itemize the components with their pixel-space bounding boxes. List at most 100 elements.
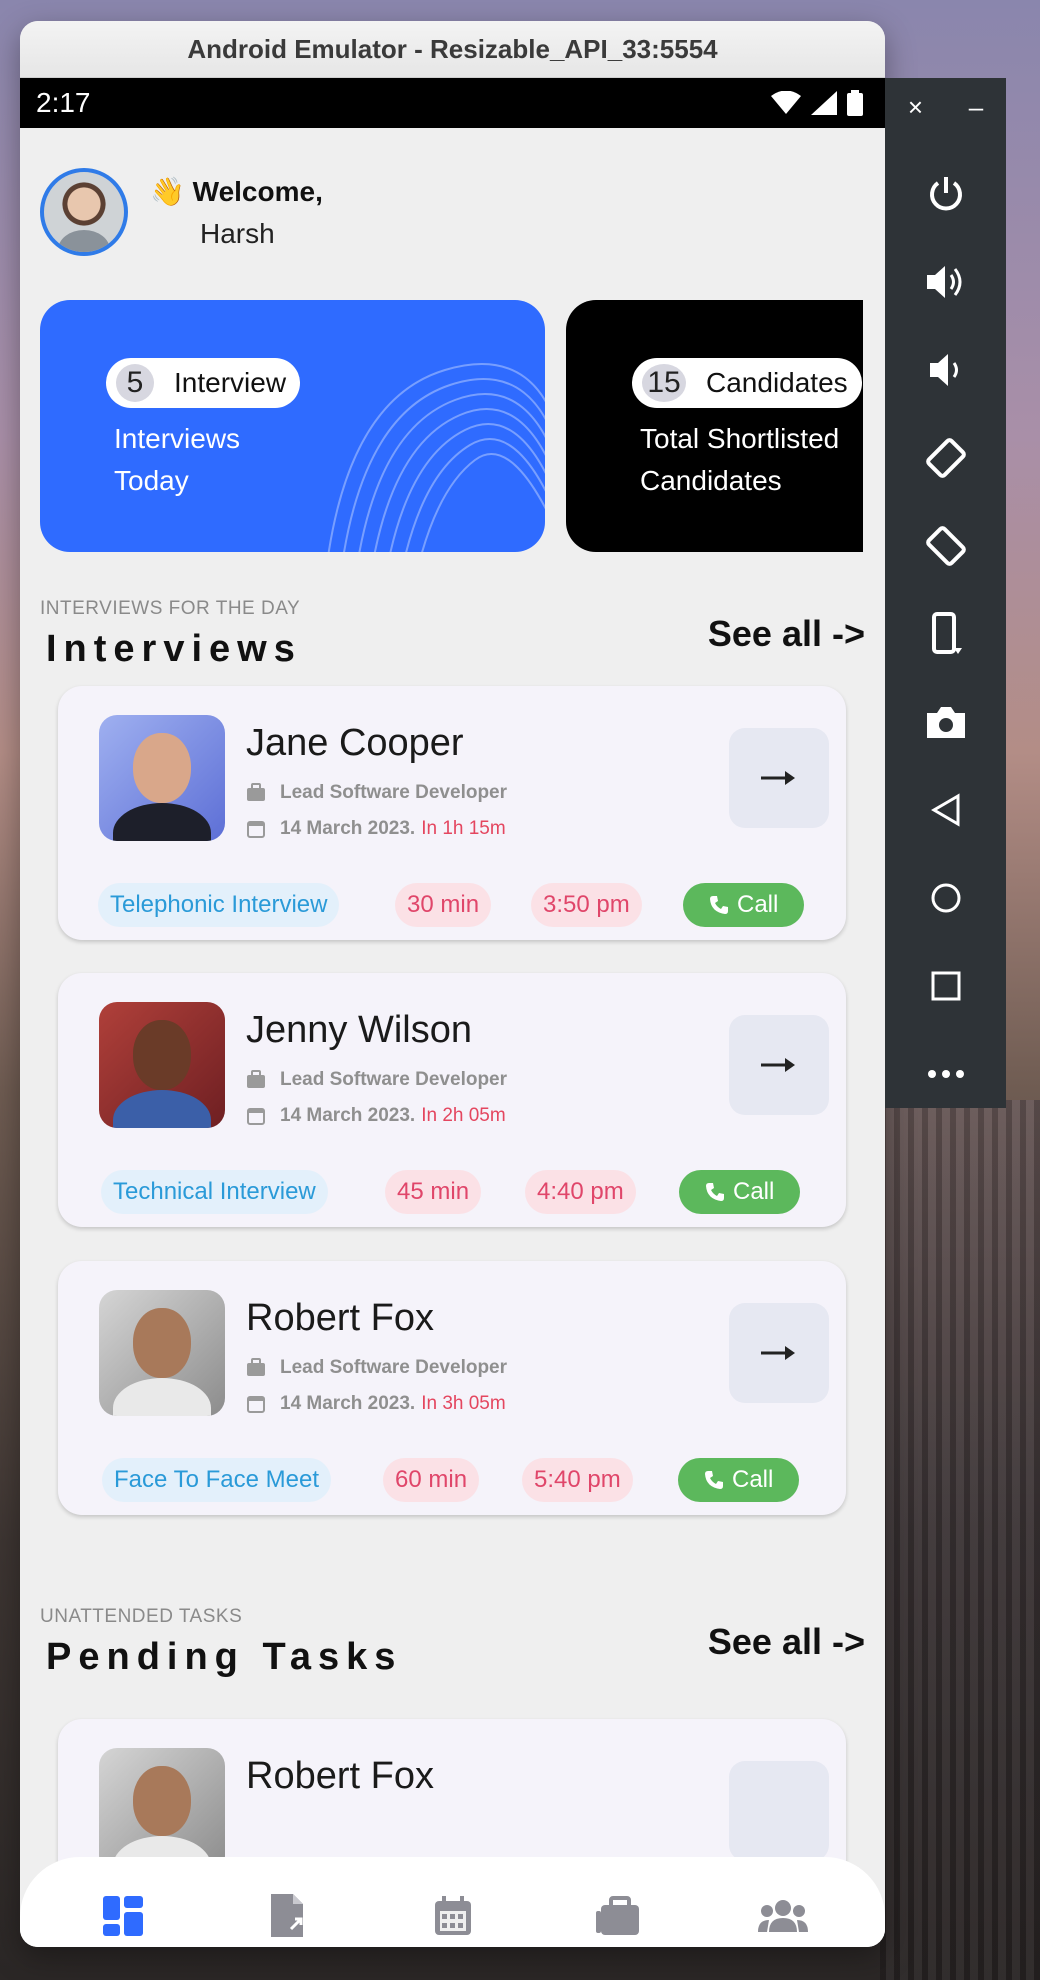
candidate-name: Jenny Wilson (246, 1009, 472, 1051)
stat-desc-line2: Candidates (640, 465, 782, 496)
briefcase-icon (246, 1070, 266, 1090)
wifi-icon (771, 91, 801, 114)
candidates-count: 15 (642, 364, 686, 402)
interview-type-tag: Face To Face Meet (102, 1458, 331, 1502)
stat-desc-line2: Today (114, 465, 189, 496)
overview-button[interactable] (916, 956, 976, 1016)
interview-card[interactable]: Robert Fox Lead Software Developer 14 Ma… (58, 1261, 846, 1515)
status-bar: 2:17 (20, 78, 885, 128)
screenshot-button[interactable] (916, 692, 976, 752)
wave-emoji: 👋 (150, 175, 185, 207)
interviews-see-all-link[interactable]: See all -> (708, 613, 865, 655)
rotate-right-icon (925, 526, 966, 566)
duration-tag: 30 min (395, 883, 492, 927)
nav-dashboard[interactable] (93, 1886, 153, 1946)
device-icon (931, 612, 962, 654)
minimize-icon[interactable]: – (969, 92, 983, 123)
interview-due: In 2h 05m (421, 1105, 506, 1126)
phone-screen: 2:17 👋 Welcome, Harsh 5 Interview Interv… (20, 78, 885, 1947)
pending-section-label: UNATTENDED TASKS (40, 1606, 243, 1627)
interview-date: 14 March 2023. (280, 1105, 416, 1126)
arrow-right-icon (761, 1346, 795, 1360)
time-tag: 5:40 pm (522, 1458, 633, 1502)
candidate-photo (99, 1002, 225, 1128)
candidates-tag: Candidates (706, 367, 848, 398)
calendar-icon (246, 819, 266, 839)
open-interview-button[interactable] (729, 1303, 829, 1403)
battery-icon (847, 90, 863, 116)
phone-icon (705, 1471, 723, 1489)
candidate-name: Robert Fox (246, 1297, 434, 1339)
app-content: 👋 Welcome, Harsh 5 Interview Interviews … (20, 128, 885, 1947)
power-icon (929, 177, 962, 211)
rotate-left-icon (925, 438, 966, 478)
stat-desc-line1: Interviews (114, 423, 241, 454)
more-icon (927, 1070, 964, 1078)
call-button[interactable]: Call (683, 883, 805, 927)
back-button[interactable] (916, 780, 976, 840)
greeting: Welcome, (192, 175, 323, 207)
duration-tag: 60 min (383, 1458, 480, 1502)
fold-button[interactable] (916, 604, 976, 664)
status-icons (771, 90, 863, 116)
time-tag: 4:40 pm (525, 1170, 636, 1214)
home-button[interactable] (916, 868, 976, 928)
call-button[interactable]: Call (679, 1170, 801, 1214)
welcome-text: 👋 Welcome, Harsh (150, 175, 323, 250)
home-icon (931, 883, 960, 913)
nav-documents[interactable] (258, 1886, 318, 1946)
volume-down-button[interactable] (916, 340, 976, 400)
interviews-section-title: Interviews (46, 628, 302, 670)
nav-jobs[interactable] (588, 1886, 648, 1946)
candidate-name: Jane Cooper (246, 722, 464, 764)
interview-date: 14 March 2023. (280, 818, 416, 839)
briefcase-icon (246, 783, 266, 803)
overview-icon (931, 971, 960, 1001)
people-icon (757, 1899, 808, 1932)
briefcase-icon (246, 1358, 266, 1378)
candidate-photo (99, 715, 225, 841)
interview-count: 5 (116, 364, 154, 402)
open-interview-button[interactable] (729, 1015, 829, 1115)
power-button[interactable] (916, 164, 976, 224)
back-icon (930, 793, 959, 827)
interview-date: 14 March 2023. (280, 1393, 416, 1414)
open-task-button[interactable] (729, 1761, 829, 1861)
interview-card[interactable]: Jane Cooper Lead Software Developer 14 M… (58, 686, 846, 940)
camera-icon (926, 707, 965, 738)
signal-icon (811, 91, 837, 115)
emulator-side-panel: × – (885, 78, 1006, 1108)
dashboard-icon (102, 1895, 143, 1936)
nav-calendar[interactable] (423, 1886, 483, 1946)
rotate-right-button[interactable] (916, 516, 976, 576)
emulator-window: Android Emulator - Resizable_API_33:5554… (20, 21, 885, 1947)
rotate-left-button[interactable] (916, 428, 976, 488)
calendar-icon (434, 1895, 471, 1935)
desktop-background (880, 1100, 1040, 1980)
interview-type-tag: Telephonic Interview (98, 883, 340, 927)
bottom-navigation (20, 1857, 885, 1947)
volume-up-icon (926, 266, 961, 298)
volume-up-button[interactable] (916, 252, 976, 312)
nav-people[interactable] (753, 1886, 813, 1946)
interview-tag: Interview (174, 367, 287, 398)
candidate-role: Lead Software Developer (280, 782, 508, 803)
stat-card-candidates[interactable]: 15 Candidates Total Shortlisted Candidat… (566, 300, 863, 552)
document-icon (270, 1893, 303, 1937)
stat-card-interviews[interactable]: 5 Interview Interviews Today (40, 300, 545, 552)
arrow-right-icon (761, 771, 795, 785)
calendar-icon (246, 1106, 266, 1126)
wave-pattern-icon (327, 363, 545, 552)
arrow-right-icon (761, 1058, 795, 1072)
phone-icon (706, 1183, 724, 1201)
open-interview-button[interactable] (729, 728, 829, 828)
close-icon[interactable]: × (908, 92, 923, 123)
call-button[interactable]: Call (678, 1458, 800, 1502)
interview-card[interactable]: Jenny Wilson Lead Software Developer 14 … (58, 973, 846, 1227)
avatar[interactable] (40, 168, 128, 256)
user-name: Harsh (200, 217, 275, 249)
interview-type-tag: Technical Interview (101, 1170, 328, 1214)
interview-count-pill: 5 Interview (106, 358, 301, 408)
pending-see-all-link[interactable]: See all -> (708, 1621, 865, 1663)
more-button[interactable] (916, 1044, 976, 1104)
